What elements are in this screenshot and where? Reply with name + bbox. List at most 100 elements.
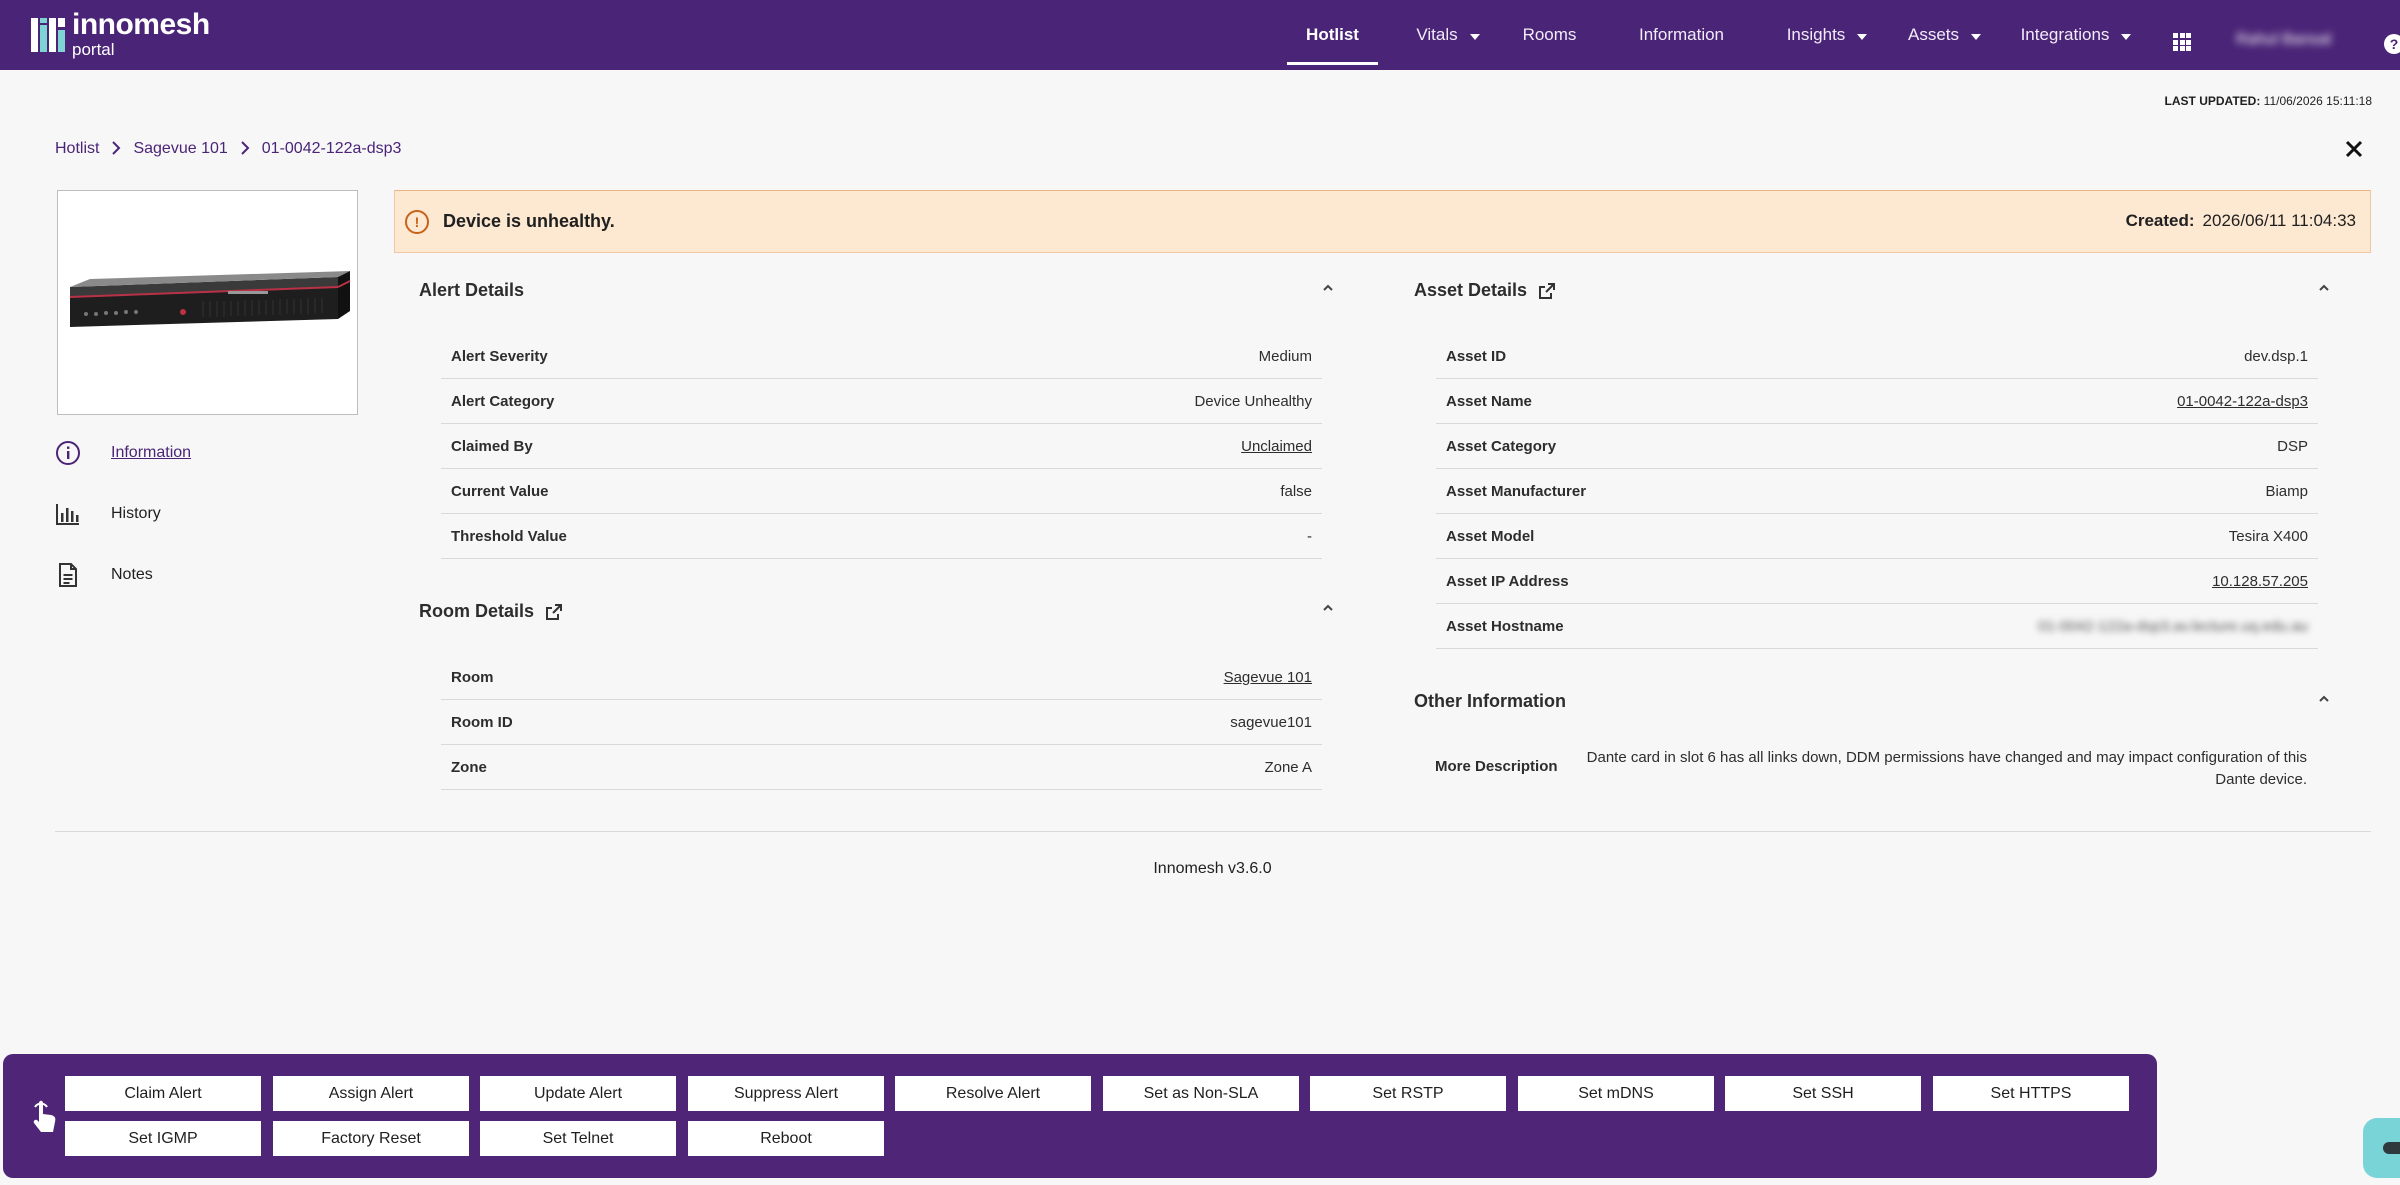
nav-information-label: Information — [1638, 25, 1725, 44]
breadcrumb-hotlist[interactable]: Hotlist — [55, 140, 99, 158]
banner-created: Created: 2026/06/11 11:04:33 — [2126, 211, 2356, 231]
asset-ip-key: Asset IP Address — [1446, 572, 1569, 590]
alert-details-title-text: Alert Details — [419, 280, 525, 300]
asset-manufacturer-key: Asset Manufacturer — [1446, 482, 1587, 500]
side-item-history[interactable]: History — [55, 501, 275, 527]
external-link-icon[interactable] — [544, 602, 564, 622]
room-key: Room — [451, 668, 494, 686]
suppress-alert-button[interactable]: Suppress Alert — [688, 1076, 884, 1111]
banner-created-value: 2026/06/11 11:04:33 — [2202, 211, 2356, 230]
claimed-by-link[interactable]: Unclaimed — [1241, 438, 1312, 455]
set-ssh-button[interactable]: Set SSH — [1725, 1076, 1921, 1111]
side-item-information-label: Information — [111, 444, 192, 461]
nav-integrations[interactable]: Integrations — [2017, 0, 2135, 70]
breadcrumb-room[interactable]: Sagevue 101 — [133, 140, 227, 158]
claimed-by-row: Claimed By Unclaimed — [441, 424, 1322, 469]
room-id-row: Room ID sagevue101 — [441, 700, 1322, 745]
threshold-value-value: - — [1307, 527, 1312, 545]
chevron-up-icon[interactable] — [2318, 693, 2330, 705]
asset-hostname-value: 01-0042-122a-dsp3.av.lecture.uq.edu.au — [2038, 617, 2308, 635]
room-link[interactable]: Sagevue 101 — [1224, 669, 1312, 686]
claim-alert-button[interactable]: Claim Alert — [65, 1076, 261, 1111]
current-value-row: Current Value false — [441, 469, 1322, 514]
threshold-value-key: Threshold Value — [451, 527, 567, 545]
action-bar: Claim Alert Assign Alert Update Alert Su… — [3, 1054, 2157, 1178]
asset-name-row: Asset Name 01-0042-122a-dsp3 — [1436, 379, 2318, 424]
chevron-up-icon[interactable] — [1322, 602, 1334, 614]
set-mdns-button[interactable]: Set mDNS — [1518, 1076, 1714, 1111]
claimed-by-key: Claimed By — [451, 437, 533, 455]
chevron-up-icon[interactable] — [2318, 282, 2330, 294]
innomesh-logo-icon — [31, 18, 65, 52]
logo-subtitle: portal — [72, 40, 115, 59]
chevron-down-icon — [2121, 34, 2132, 40]
more-description-row: More Description Dante card in slot 6 ha… — [1425, 747, 2317, 791]
nav-rooms-label: Rooms — [1522, 25, 1577, 44]
asset-details-title: Asset Details — [1414, 280, 1557, 301]
room-id-key: Room ID — [451, 713, 513, 731]
more-description-key: More Description — [1435, 758, 1558, 775]
set-igmp-button[interactable]: Set IGMP — [65, 1121, 261, 1156]
side-item-information[interactable]: Information — [55, 440, 275, 466]
assign-alert-button[interactable]: Assign Alert — [273, 1076, 469, 1111]
nav-hotlist[interactable]: Hotlist — [1287, 0, 1378, 70]
factory-reset-button[interactable]: Factory Reset — [273, 1121, 469, 1156]
asset-manufacturer-value: Biamp — [2265, 482, 2308, 500]
alert-severity-row: Alert Severity Medium — [441, 334, 1322, 379]
asset-id-value: dev.dsp.1 — [2244, 347, 2308, 365]
alert-category-value: Device Unhealthy — [1194, 392, 1312, 410]
asset-ip-row: Asset IP Address 10.128.57.205 — [1436, 559, 2318, 604]
side-item-notes-label: Notes — [111, 566, 153, 583]
asset-model-row: Asset Model Tesira X400 — [1436, 514, 2318, 559]
nav-information[interactable]: Information — [1630, 0, 1733, 70]
nav-integrations-label: Integrations — [2020, 25, 2110, 44]
set-rstp-button[interactable]: Set RSTP — [1310, 1076, 1506, 1111]
more-description-value: Dante card in slot 6 has all links down,… — [1586, 749, 2307, 788]
innomesh-logo[interactable]: innomesh portal — [30, 10, 210, 58]
touch-icon — [33, 1100, 56, 1132]
alert-category-row: Alert Category Device Unhealthy — [441, 379, 1322, 424]
side-item-history-label: History — [111, 505, 161, 522]
nav-vitals[interactable]: Vitals — [1406, 0, 1490, 70]
nav-assets-label: Assets — [1907, 25, 1960, 44]
current-value-key: Current Value — [451, 482, 549, 500]
close-icon[interactable] — [2345, 136, 2363, 162]
asset-model-value: Tesira X400 — [2228, 527, 2308, 545]
chevron-down-icon — [1857, 34, 1868, 40]
set-telnet-button[interactable]: Set Telnet — [480, 1121, 676, 1156]
other-information-title-text: Other Information — [1414, 691, 1566, 711]
nav-assets[interactable]: Assets — [1902, 0, 1987, 70]
device-image — [57, 190, 358, 415]
external-link-icon[interactable] — [1537, 281, 1557, 301]
zone-row: Zone Zone A — [441, 745, 1322, 790]
resolve-alert-button[interactable]: Resolve Alert — [895, 1076, 1091, 1111]
bar-chart-icon — [55, 501, 81, 527]
room-details-title: Room Details — [419, 601, 564, 622]
grid-icon[interactable] — [2173, 33, 2191, 51]
set-https-button[interactable]: Set HTTPS — [1933, 1076, 2129, 1111]
set-non-sla-button[interactable]: Set as Non-SLA — [1103, 1076, 1299, 1111]
reboot-button[interactable]: Reboot — [688, 1121, 884, 1156]
nav-rooms[interactable]: Rooms — [1518, 0, 1581, 70]
version-label: Innomesh v3.6.0 — [1153, 860, 1272, 877]
chevron-up-icon[interactable] — [1322, 282, 1334, 294]
document-icon — [55, 562, 81, 588]
asset-model-key: Asset Model — [1446, 527, 1535, 545]
alert-severity-key: Alert Severity — [451, 347, 548, 365]
asset-id-row: Asset ID dev.dsp.1 — [1436, 334, 2318, 379]
warning-icon: ! — [405, 209, 429, 234]
top-navigation-bar: innomesh portal Hotlist Vitals Rooms Inf… — [0, 0, 2400, 70]
footer-divider — [55, 831, 2371, 832]
info-icon — [55, 440, 81, 466]
help-icon[interactable]: ? — [2384, 34, 2400, 54]
asset-name-link[interactable]: 01-0042-122a-dsp3 — [2177, 393, 2308, 410]
asset-ip-link[interactable]: 10.128.57.205 — [2212, 573, 2308, 590]
banner-message: Device is unhealthy. — [443, 211, 615, 231]
asset-manufacturer-row: Asset Manufacturer Biamp — [1436, 469, 2318, 514]
update-alert-button[interactable]: Update Alert — [480, 1076, 676, 1111]
side-item-notes[interactable]: Notes — [55, 562, 275, 588]
nav-insights[interactable]: Insights — [1781, 0, 1873, 70]
chat-widget-icon[interactable] — [2363, 1118, 2400, 1178]
user-name[interactable]: Rahul Bansal — [2236, 31, 2346, 51]
zone-key: Zone — [451, 758, 487, 776]
